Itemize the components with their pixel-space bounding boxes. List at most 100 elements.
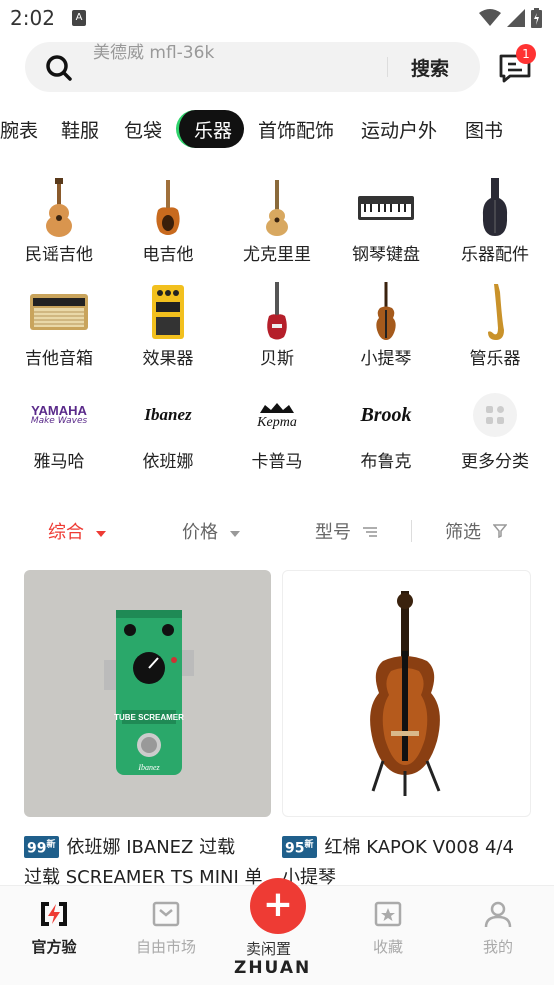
caret-down-icon (95, 531, 106, 537)
tab-instruments[interactable]: 乐器 (176, 110, 244, 148)
kepma-logo-text: Kepma (257, 415, 297, 430)
gig-bag-icon (482, 178, 508, 236)
notification-icon: A (72, 10, 86, 26)
funnel-icon (492, 524, 508, 539)
category-bass[interactable]: 贝斯 (227, 282, 327, 369)
badge-sup: 新 (304, 840, 314, 851)
category-more[interactable]: 更多分类 (445, 385, 545, 472)
product-image[interactable] (282, 570, 531, 817)
badge-number: 95 (285, 841, 305, 857)
product-title-line1: 依班娜 IBANEZ 过载 (66, 837, 236, 858)
kepma-logo: Kepma (257, 400, 297, 430)
search-bar[interactable]: 美德威 mfl-36k 搜索 (25, 42, 480, 92)
effect-pedal-icon (152, 285, 184, 339)
saxophone-icon (488, 284, 504, 340)
nav-official[interactable]: 官方验 (14, 900, 94, 957)
condition-badge: 99新 (24, 836, 59, 858)
nav-market-label: 自由市场 (135, 938, 196, 956)
category-ibanez[interactable]: Ibanez 依班娜 (118, 385, 218, 472)
badge-number: 99 (27, 841, 47, 857)
category-amplifier[interactable]: 吉他音箱 (9, 282, 109, 369)
category-label: 卡普马 (251, 452, 303, 472)
category-electric-guitar[interactable]: 电吉他 (118, 178, 218, 265)
more-grid-icon (473, 393, 517, 437)
category-accessories[interactable]: 乐器配件 (445, 178, 545, 265)
filter-button[interactable]: 筛选 (445, 518, 508, 544)
badge-sup: 新 (46, 840, 56, 851)
filter-divider (411, 520, 412, 542)
search-button[interactable]: 搜索 (411, 54, 449, 81)
status-time: 2:02 (10, 6, 55, 30)
sort-dropdown[interactable]: 综合 (48, 518, 106, 544)
category-wind[interactable]: 管乐器 (445, 282, 545, 369)
sell-button[interactable]: + (250, 878, 306, 934)
category-label: 尤克里里 (243, 245, 311, 265)
search-input[interactable]: 美德威 mfl-36k (93, 38, 214, 63)
violin-photo (370, 591, 441, 796)
product-title[interactable]: 99新 依班娜 IBANEZ 过载 (24, 833, 274, 859)
tab-shoes[interactable]: 鞋服 (61, 116, 99, 143)
pedal-label-text: TUBE SCREAMER (114, 713, 184, 722)
category-acoustic-guitar[interactable]: 民谣吉他 (9, 178, 109, 265)
nav-favorites[interactable]: 收藏 (348, 900, 428, 957)
tab-jewelry[interactable]: 首饰配饰 (258, 116, 334, 143)
category-label: 钢琴键盘 (352, 245, 420, 265)
yamaha-logo: YAMAHA Make Waves (31, 404, 87, 426)
battery-icon (531, 8, 542, 28)
pedal-photo: TUBE SCREAMER Ibanez (104, 610, 194, 775)
violin-icon (376, 282, 396, 340)
acoustic-guitar-icon (46, 178, 72, 237)
model-filter[interactable]: 型号 (315, 518, 377, 544)
crown-icon (259, 403, 294, 413)
category-label: 贝斯 (260, 349, 294, 369)
category-label: 电吉他 (142, 245, 194, 265)
product-image[interactable]: TUBE SCREAMER Ibanez (24, 570, 271, 817)
plus-icon: + (262, 884, 294, 925)
nav-market[interactable]: 自由市场 (126, 900, 206, 957)
category-yamaha[interactable]: YAMAHA Make Waves 雅马哈 (9, 385, 109, 472)
filter-label: 筛选 (445, 522, 481, 543)
product-title-line1: 红棉 KAPOK V008 4/4 (324, 837, 514, 858)
tab-books[interactable]: 图书 (465, 116, 503, 143)
category-tabs: 腕表 鞋服 包袋 乐器 首饰配饰 运动户外 图书 (0, 110, 554, 150)
brook-logo: Brook (360, 403, 412, 426)
official-icon (41, 902, 67, 926)
tab-watch[interactable]: 腕表 (0, 116, 38, 143)
nav-mine[interactable]: 我的 (458, 900, 538, 957)
category-label: 更多分类 (461, 452, 529, 472)
brand-mark: ZHUAN (234, 958, 312, 978)
sort-label: 综合 (48, 522, 84, 543)
profile-icon (484, 901, 512, 928)
yamaha-logo-subtext: Make Waves (30, 416, 88, 426)
tab-bags[interactable]: 包袋 (124, 116, 162, 143)
category-ukulele[interactable]: 尤克里里 (227, 178, 327, 265)
category-violin[interactable]: 小提琴 (336, 282, 436, 369)
category-keyboard[interactable]: 钢琴键盘 (336, 178, 436, 265)
favorites-icon (374, 901, 402, 927)
bottom-nav: 官方验 自由市场 + 卖闲置 ZHUAN 收藏 我的 (0, 878, 554, 985)
category-label: 乐器配件 (461, 245, 529, 265)
caret-down-icon (229, 531, 240, 537)
price-dropdown[interactable]: 价格 (182, 518, 240, 544)
nav-mine-label: 我的 (482, 938, 513, 956)
category-label: 小提琴 (360, 349, 412, 369)
category-brook[interactable]: Brook 布鲁克 (336, 385, 436, 473)
price-label: 价格 (182, 522, 218, 543)
product-title[interactable]: 95新 红棉 KAPOK V008 4/4 (282, 833, 544, 859)
filter-bar: 综合 价格 型号 筛选 (0, 512, 554, 548)
system-icons (479, 8, 542, 28)
category-label: 布鲁克 (360, 452, 412, 472)
status-bar: 2:02 A (0, 0, 554, 38)
category-label: 雅马哈 (33, 452, 85, 472)
category-label: 民谣吉他 (25, 245, 93, 265)
nav-official-label: 官方验 (31, 938, 77, 956)
nav-favorites-label: 收藏 (372, 938, 403, 956)
wifi-icon (479, 9, 501, 26)
category-kepma[interactable]: Kepma 卡普马 (227, 385, 327, 472)
category-label: 吉他音箱 (25, 349, 93, 369)
ibanez-logo: Ibanez (144, 405, 192, 424)
search-divider (387, 57, 388, 77)
category-label: 依班娜 (142, 452, 194, 472)
category-effects[interactable]: 效果器 (118, 282, 218, 369)
tab-outdoor[interactable]: 运动户外 (361, 116, 437, 143)
